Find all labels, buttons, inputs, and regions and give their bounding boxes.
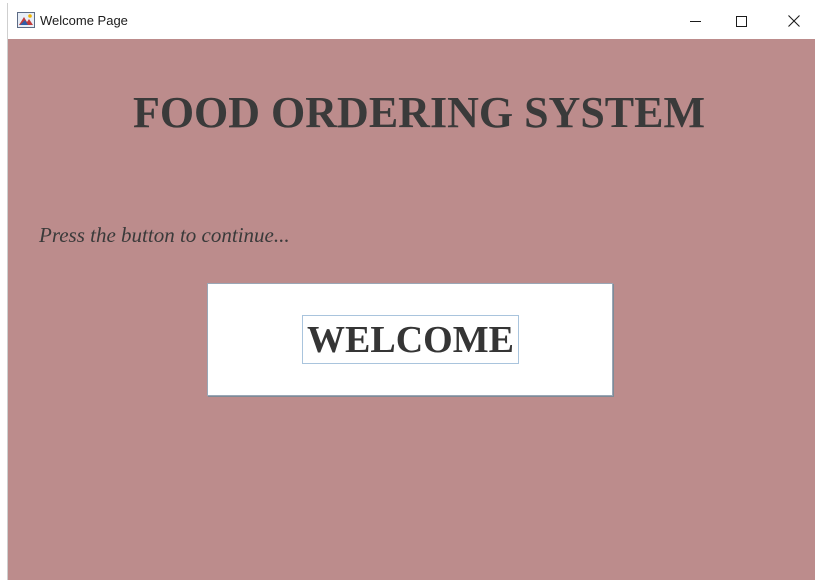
close-button[interactable]: [771, 3, 815, 39]
title-bar[interactable]: Welcome Page: [8, 3, 815, 39]
welcome-button-label: WELCOME: [302, 315, 519, 364]
instruction-text: Press the button to continue...: [39, 223, 290, 247]
maximize-icon: [735, 15, 747, 27]
minimize-icon: [689, 16, 701, 27]
page-title: FOOD ORDERING SYSTEM: [132, 88, 706, 137]
application-window: Welcome Page FOOD ORDERING SYSTEM Press …: [7, 3, 815, 580]
maximize-button[interactable]: [718, 3, 764, 39]
window-title: Welcome Page: [40, 13, 128, 28]
welcome-button[interactable]: WELCOME: [207, 283, 613, 396]
minimize-button[interactable]: [672, 3, 718, 39]
app-icon: [17, 12, 35, 28]
content-panel: FOOD ORDERING SYSTEM Press the button to…: [8, 39, 815, 580]
close-icon: [788, 15, 800, 27]
